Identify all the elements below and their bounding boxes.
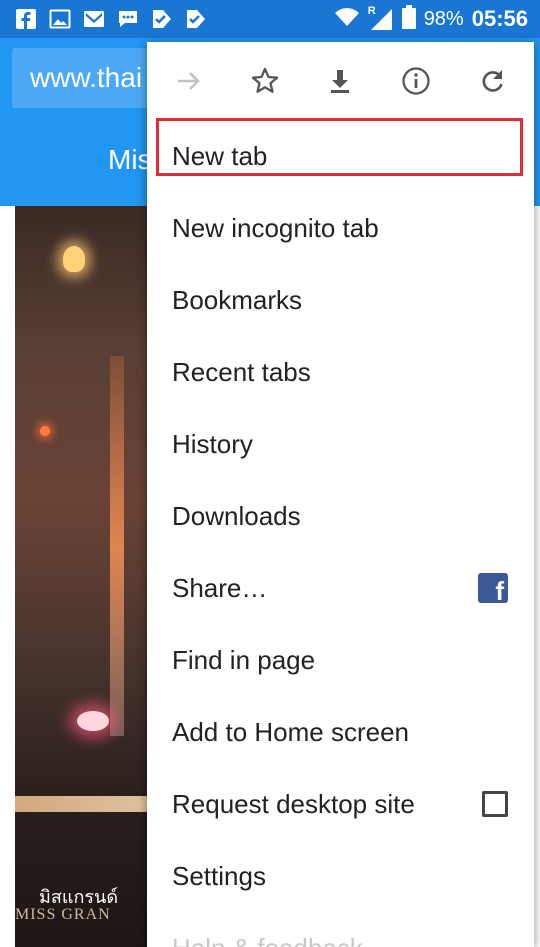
menu-item-new-incognito-tab[interactable]: New incognito tab	[147, 192, 534, 264]
menu-item-add-to-home-screen[interactable]: Add to Home screen	[147, 696, 534, 768]
menu-item-history[interactable]: History	[147, 408, 534, 480]
check-badge-icon	[150, 7, 174, 31]
light-spot	[40, 426, 50, 436]
status-bar: R 98% 05:56	[0, 0, 540, 38]
menu-item-label: Help & feedback	[172, 933, 363, 947]
menu-item-request-desktop-site[interactable]: Request desktop site	[147, 768, 534, 840]
menu-item-label: Settings	[172, 860, 266, 891]
menu-item-label: New tab	[172, 140, 268, 171]
menu-item-label: Recent tabs	[172, 356, 311, 387]
menu-item-find-in-page[interactable]: Find in page	[147, 624, 534, 696]
menu-item-label: Find in page	[172, 644, 316, 675]
overflow-menu: New tab New incognito tab Bookmarks Rece…	[147, 42, 534, 947]
menu-item-label: New incognito tab	[172, 212, 379, 243]
menu-item-settings[interactable]: Settings	[147, 840, 534, 912]
menu-item-new-tab[interactable]: New tab	[147, 120, 534, 192]
page-photo: มิสแกรนด์ MISS GRAN	[15, 206, 155, 947]
menu-item-label: Add to Home screen	[172, 716, 410, 747]
star-icon[interactable]	[245, 61, 285, 101]
menu-item-label: Downloads	[172, 500, 301, 531]
image-icon	[48, 7, 72, 31]
gmail-icon	[82, 7, 106, 31]
facebook-icon[interactable]: f	[478, 573, 508, 603]
cell-signal-icon: R	[368, 5, 394, 31]
menu-item-bookmarks[interactable]: Bookmarks	[147, 264, 534, 336]
chat-icon	[116, 7, 140, 31]
share-app-slot[interactable]: f	[478, 573, 508, 603]
stage-band	[15, 796, 155, 812]
battery-percent: 98%	[423, 7, 464, 30]
facebook-icon	[14, 7, 38, 31]
menu-item-share[interactable]: Share… f	[147, 552, 534, 624]
refresh-icon[interactable]	[472, 61, 512, 101]
stage-light	[77, 711, 109, 731]
desktop-site-checkbox-slot[interactable]	[482, 791, 508, 817]
desktop-site-checkbox[interactable]	[482, 791, 508, 817]
menu-item-label: Share…	[172, 572, 268, 603]
system-icons: R 98% 05:56	[334, 4, 540, 34]
menu-item-label: Bookmarks	[172, 284, 303, 315]
torch-flame	[63, 246, 85, 272]
menu-item-label: Request desktop site	[172, 788, 415, 819]
menu-item-help-feedback[interactable]: Help & feedback	[147, 912, 534, 947]
battery-icon	[401, 4, 416, 34]
photo-caption-logo: MISS GRAN	[15, 906, 111, 923]
menu-item-downloads[interactable]: Downloads	[147, 480, 534, 552]
menu-action-bar	[147, 42, 534, 120]
menu-item-recent-tabs[interactable]: Recent tabs	[147, 336, 534, 408]
download-icon[interactable]	[320, 61, 360, 101]
menu-item-label: History	[172, 428, 253, 459]
info-icon[interactable]	[396, 61, 436, 101]
notification-icons	[0, 7, 208, 31]
light-streak	[110, 356, 124, 736]
forward-arrow-icon[interactable]	[169, 61, 209, 101]
check-badge-icon	[184, 7, 208, 31]
wifi-icon	[334, 7, 360, 32]
clock: 05:56	[471, 6, 528, 31]
site-title: Mis	[108, 144, 152, 175]
